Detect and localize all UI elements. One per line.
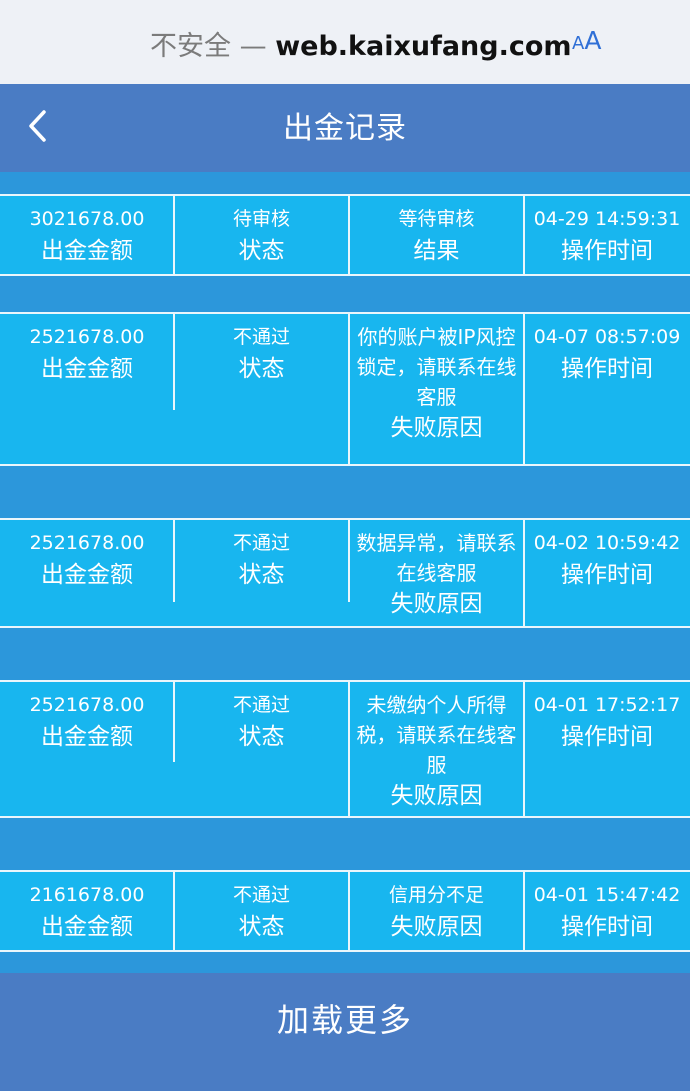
text-size-large-icon: A <box>584 26 602 55</box>
status-value: 不通过 <box>232 532 290 554</box>
amount-value: 2521678.00 <box>29 326 145 348</box>
reason-cell: 数据异常，请联系在线客服 失败原因 <box>349 520 524 626</box>
fail-reason-label: 失败原因 <box>390 415 483 441</box>
row-spacer <box>0 466 690 518</box>
status-cell: 不通过 状态 <box>174 682 349 816</box>
status-label: 状态 <box>238 562 285 588</box>
status-label: 状态 <box>238 238 285 264</box>
time-label: 操作时间 <box>561 562 653 588</box>
record-row[interactable]: 2521678.00 出金金额 不通过 状态 未缴纳个人所得税，请联系在线客服 … <box>0 680 690 818</box>
time-cell: 04-02 10:59:42 操作时间 <box>524 520 690 626</box>
reason-cell: 信用分不足 失败原因 <box>349 872 524 950</box>
fail-reason-label: 失败原因 <box>390 914 483 940</box>
status-value: 不通过 <box>232 694 290 716</box>
amount-label: 出金金额 <box>41 914 133 940</box>
amount-label: 出金金额 <box>41 724 133 750</box>
result-label: 结果 <box>413 238 460 264</box>
amount-cell: 2161678.00 出金金额 <box>0 872 174 950</box>
fail-reason-text: 你的账户被IP风控锁定，请联系在线客服 <box>356 325 517 409</box>
time-label: 操作时间 <box>561 356 653 382</box>
time-cell: 04-01 15:47:42 操作时间 <box>524 872 690 950</box>
record-row[interactable]: 2161678.00 出金金额 不通过 状态 信用分不足 失败原因 04-01 … <box>0 870 690 952</box>
time-cell: 04-07 08:57:09 操作时间 <box>524 314 690 464</box>
status-cell: 不通过 状态 <box>174 872 349 950</box>
time-value: 04-07 08:57:09 <box>533 326 681 348</box>
status-value: 不通过 <box>232 884 290 906</box>
row-spacer <box>0 628 690 680</box>
url-display[interactable]: 不安全 — web.kaixufang.com <box>150 24 572 63</box>
status-value: 待审核 <box>232 208 290 230</box>
record-row[interactable]: 2521678.00 出金金额 不通过 状态 你的账户被IP风控锁定，请联系在线… <box>0 312 690 466</box>
insecure-label: 不安全 — <box>150 31 267 62</box>
row-spacer <box>0 818 690 870</box>
amount-value: 2521678.00 <box>29 532 145 554</box>
amount-label: 出金金额 <box>41 356 133 382</box>
time-label: 操作时间 <box>561 238 653 264</box>
amount-label: 出金金额 <box>41 238 133 264</box>
amount-value: 3021678.00 <box>29 208 145 230</box>
status-cell: 待审核 状态 <box>174 196 349 274</box>
load-more-label: 加载更多 <box>276 1001 413 1039</box>
time-cell: 04-29 14:59:31 操作时间 <box>524 196 690 274</box>
result-value: 等待审核 <box>398 208 475 230</box>
reason-cell: 你的账户被IP风控锁定，请联系在线客服 失败原因 <box>349 314 524 464</box>
status-label: 状态 <box>238 356 285 382</box>
record-row[interactable]: 3021678.00 出金金额 待审核 状态 等待审核 结果 04-29 14:… <box>0 194 690 276</box>
time-label: 操作时间 <box>561 914 653 940</box>
text-size-small-icon: A <box>572 33 585 54</box>
fail-reason-label: 失败原因 <box>390 591 483 617</box>
amount-value: 2161678.00 <box>29 884 145 906</box>
browser-address-bar: 不安全 — web.kaixufang.com AA <box>0 0 690 84</box>
text-size-button[interactable]: AA <box>572 26 601 55</box>
result-cell: 等待审核 结果 <box>349 196 524 274</box>
fail-reason-text: 未缴纳个人所得税，请联系在线客服 <box>356 693 517 777</box>
status-cell: 不通过 状态 <box>174 314 349 464</box>
record-row[interactable]: 2521678.00 出金金额 不通过 状态 数据异常，请联系在线客服 失败原因… <box>0 518 690 628</box>
amount-cell: 2521678.00 出金金额 <box>0 682 174 816</box>
amount-value: 2521678.00 <box>29 694 145 716</box>
amount-label: 出金金额 <box>41 562 133 588</box>
fail-reason-label: 失败原因 <box>390 783 483 809</box>
row-spacer <box>0 952 690 973</box>
row-spacer <box>0 276 690 312</box>
time-value: 04-29 14:59:31 <box>533 208 681 230</box>
time-value: 04-01 17:52:17 <box>533 694 681 716</box>
status-label: 状态 <box>238 724 285 750</box>
load-more-button[interactable]: 加载更多 <box>0 973 690 1091</box>
amount-cell: 2521678.00 出金金额 <box>0 314 174 464</box>
amount-cell: 3021678.00 出金金额 <box>0 196 174 274</box>
status-cell: 不通过 状态 <box>174 520 349 626</box>
amount-cell: 2521678.00 出金金额 <box>0 520 174 626</box>
reason-cell: 未缴纳个人所得税，请联系在线客服 失败原因 <box>349 682 524 816</box>
time-value: 04-02 10:59:42 <box>533 532 681 554</box>
time-value: 04-01 15:47:42 <box>533 884 681 906</box>
page-title: 出金记录 <box>283 111 407 146</box>
fail-reason-text: 信用分不足 <box>388 884 484 906</box>
domain-text: web.kaixufang.com <box>275 31 572 62</box>
time-cell: 04-01 17:52:17 操作时间 <box>524 682 690 816</box>
fail-reason-text: 数据异常，请联系在线客服 <box>356 531 517 585</box>
status-value: 不通过 <box>232 326 290 348</box>
row-spacer <box>0 172 690 194</box>
time-label: 操作时间 <box>561 724 653 750</box>
status-label: 状态 <box>238 914 285 940</box>
